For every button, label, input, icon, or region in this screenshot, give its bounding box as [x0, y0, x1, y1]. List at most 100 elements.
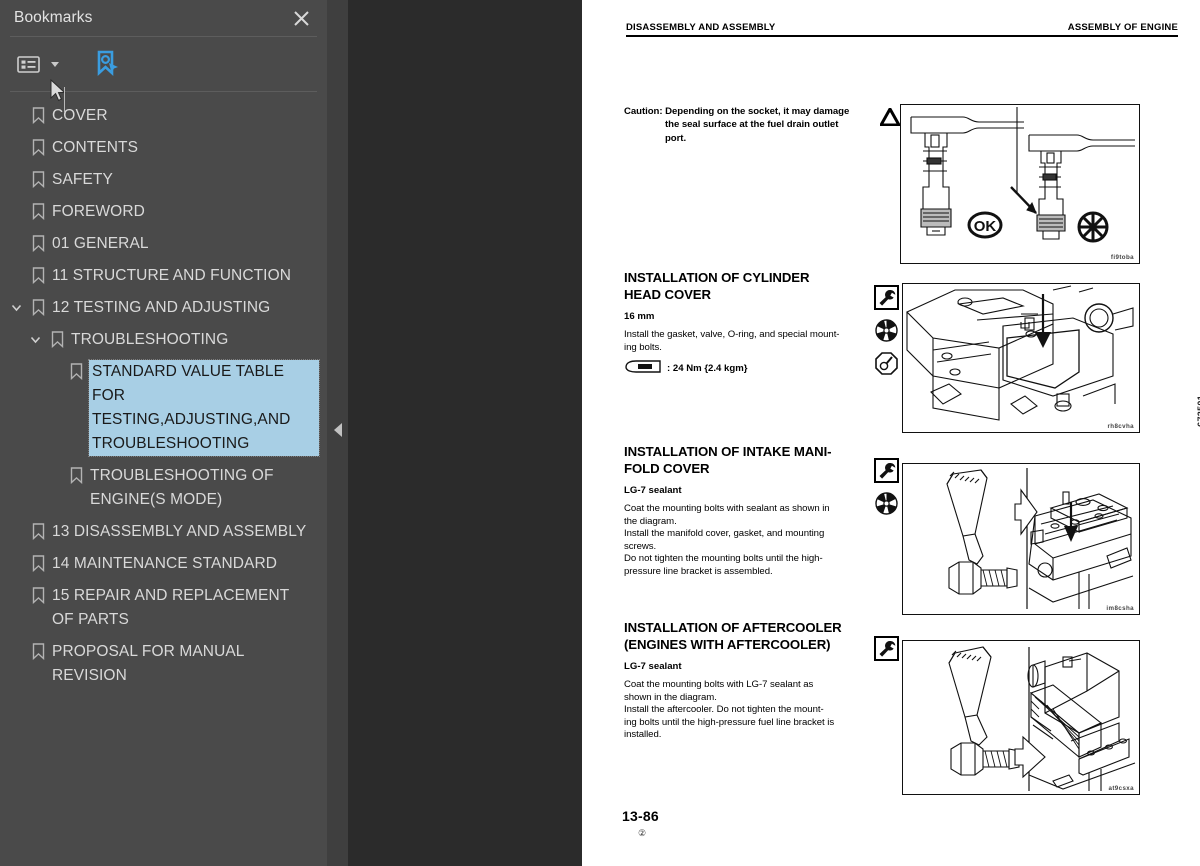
bookmark-icon [64, 464, 88, 486]
torque-wrench-icon [624, 360, 664, 376]
bookmark-item-label: 01 GENERAL [52, 235, 149, 252]
running-head-left: DISASSEMBLY AND ASSEMBLY [626, 22, 776, 33]
section-title-line-2: HEAD COVER [624, 286, 711, 302]
running-head-right: ASSEMBLY OF ENGINE [1067, 22, 1178, 33]
bookmark-icon [26, 168, 50, 190]
bookmark-icon [26, 200, 50, 222]
close-icon[interactable] [289, 6, 313, 30]
body-line-1: Install the gasket, valve, O-ring, and s… [624, 329, 840, 340]
bookmark-item-label: 14 MAINTENANCE STANDARD [52, 555, 278, 572]
document-viewer: DISASSEMBLY AND ASSEMBLY ASSEMBLY OF ENG… [348, 0, 1200, 866]
body-line-4: screws. [624, 540, 657, 552]
bookmark-item-label: COVER [52, 107, 108, 124]
bookmark-item-label: SAFETY [52, 171, 113, 188]
bookmark-item[interactable]: FOREWORD [0, 196, 327, 228]
section-aftercooler: INSTALLATION OF AFTERCOOLER (ENGINES WIT… [624, 620, 882, 742]
bookmarks-panel-header: Bookmarks [0, 0, 327, 36]
body-line-5: Do not tighten the mounting bolts until … [624, 553, 823, 565]
section-cylinder-head-cover: INSTALLATION OF CYLINDER HEAD COVER 16 m… [624, 270, 880, 376]
panel-divider[interactable] [327, 0, 348, 866]
section-1-icon-column [874, 285, 899, 376]
bookmark-item[interactable]: TROUBLESHOOTING [0, 324, 327, 356]
bookmark-icon [45, 328, 69, 350]
bookmark-item[interactable]: COVER [0, 100, 327, 132]
twisty-placeholder [6, 520, 26, 542]
caution-line-1: Depending on the socket, it may damage [665, 106, 850, 117]
bookmark-item-label: CONTENTS [52, 139, 139, 156]
section-intake-manifold-cover: INSTALLATION OF INTAKE MANI- FOLD COVER … [624, 444, 882, 579]
page-number-revision: ② [638, 828, 647, 838]
bookmarks-toolbar [0, 37, 327, 113]
bookmark-icon [26, 584, 50, 606]
bookmark-item[interactable]: PROPOSAL FOR MANUAL REVISION [0, 636, 327, 692]
section-title-line-2: (ENGINES WITH AFTERCOOLER) [624, 636, 831, 652]
bookmark-item[interactable]: TROUBLESHOOTING OF ENGINE(S MODE) [0, 460, 327, 516]
twisty-placeholder [6, 136, 26, 158]
twisty-placeholder [44, 360, 64, 382]
caution-line-2: the seal surface at the fuel drain outle… [665, 119, 839, 131]
bookmark-item[interactable]: CONTENTS [0, 132, 327, 164]
section-3-icon-column [874, 636, 899, 661]
running-head-rule [626, 35, 1178, 38]
body-line-3: Install the aftercooler. Do not tighten … [624, 704, 824, 716]
sealant-swirl-icon [874, 491, 899, 516]
body-line-1: Coat the mounting bolts with LG-7 sealan… [624, 679, 814, 690]
figure-label: fi9toba [1110, 254, 1134, 261]
bookmark-item[interactable]: 15 REPAIR AND REPLACEMENT OF PARTS [0, 580, 327, 636]
bookmark-icon [26, 136, 50, 158]
section-subtitle: LG-7 sealant [624, 485, 682, 496]
bookmark-item-label: PROPOSAL FOR MANUAL REVISION [52, 643, 244, 684]
bookmark-item-label: 11 STRUCTURE AND FUNCTION [52, 267, 292, 284]
twisty-placeholder [6, 200, 26, 222]
twisty-placeholder [6, 552, 26, 574]
section-title-line-1: INSTALLATION OF INTAKE MANI- [624, 444, 832, 459]
collapse-left-arrow-icon[interactable] [332, 420, 344, 440]
wrench-box-icon [874, 458, 899, 483]
section-title: INSTALLATION OF INTAKE MANI- FOLD COVER [624, 444, 882, 477]
page-number: 13-86 [622, 808, 659, 824]
chevron-down-icon[interactable] [6, 296, 26, 318]
chevron-down-icon[interactable] [25, 328, 45, 350]
bookmark-item[interactable]: 14 MAINTENANCE STANDARD [0, 548, 327, 580]
twisty-placeholder [6, 640, 26, 662]
body-line-2: ing bolts. [624, 341, 662, 353]
bookmark-tree[interactable]: COVER CONTENTS SAFETY FOREWORD 01 GENERAL 11 … [0, 92, 327, 866]
bookmark-item-label: TROUBLESHOOTING OF ENGINE(S MODE) [90, 467, 274, 508]
torque-spec: : 24 Nm {2.4 kgm} [624, 360, 880, 376]
bookmark-item[interactable]: STANDARD VALUE TABLE FOR TESTING,ADJUSTI… [0, 356, 327, 460]
body-line-3: Install the manifold cover, gasket, and … [624, 528, 825, 540]
bookmark-item[interactable]: 11 STRUCTURE AND FUNCTION [0, 260, 327, 292]
bookmark-icon [26, 520, 50, 542]
body-line-6: pressure line bracket is assembled. [624, 565, 773, 577]
caution-line-3: port. [665, 132, 687, 144]
bookmark-item[interactable]: 01 GENERAL [0, 228, 327, 260]
bookmark-icon [26, 232, 50, 254]
twisty-placeholder [6, 104, 26, 126]
bookmarks-panel: Bookmarks COVER CONTENTS SAFETY FOREWORD… [0, 0, 327, 866]
list-options-icon[interactable] [14, 53, 42, 75]
section-title: INSTALLATION OF AFTERCOOLER (ENGINES WIT… [624, 620, 882, 653]
bookmark-item-label: 13 DISASSEMBLY AND ASSEMBLY [52, 523, 307, 540]
section-body: Install the gasket, valve, O-ring, and s… [624, 329, 880, 354]
section-title-line-1: INSTALLATION OF CYLINDER [624, 270, 810, 285]
bookmark-item-label: 12 TESTING AND ADJUSTING [52, 299, 271, 316]
figure-label: at9csxa [1108, 785, 1134, 792]
bookmark-item[interactable]: SAFETY [0, 164, 327, 196]
section-title-line-2: FOLD COVER [624, 460, 710, 476]
figure-label: rh8cvha [1107, 423, 1134, 430]
figure-aftercooler: at9csxa [902, 640, 1140, 795]
bookmark-icon [26, 640, 50, 662]
twisty-placeholder [6, 168, 26, 190]
wrench-box-icon [874, 285, 899, 310]
body-line-5: installed. [624, 729, 662, 741]
find-bookmark-icon[interactable] [92, 49, 122, 79]
bookmark-item[interactable]: 12 TESTING AND ADJUSTING [0, 292, 327, 324]
sealant-swirl-icon [874, 318, 899, 343]
page-running-head: DISASSEMBLY AND ASSEMBLY ASSEMBLY OF ENG… [626, 22, 1178, 38]
bookmark-item[interactable]: 13 DISASSEMBLY AND ASSEMBLY [0, 516, 327, 548]
body-line-2: the diagram. [624, 515, 677, 527]
body-line-2: shown in the diagram. [624, 691, 717, 703]
chevron-down-icon[interactable] [48, 57, 62, 71]
section-subtitle: LG-7 sealant [624, 661, 682, 672]
bookmark-icon [64, 360, 88, 382]
